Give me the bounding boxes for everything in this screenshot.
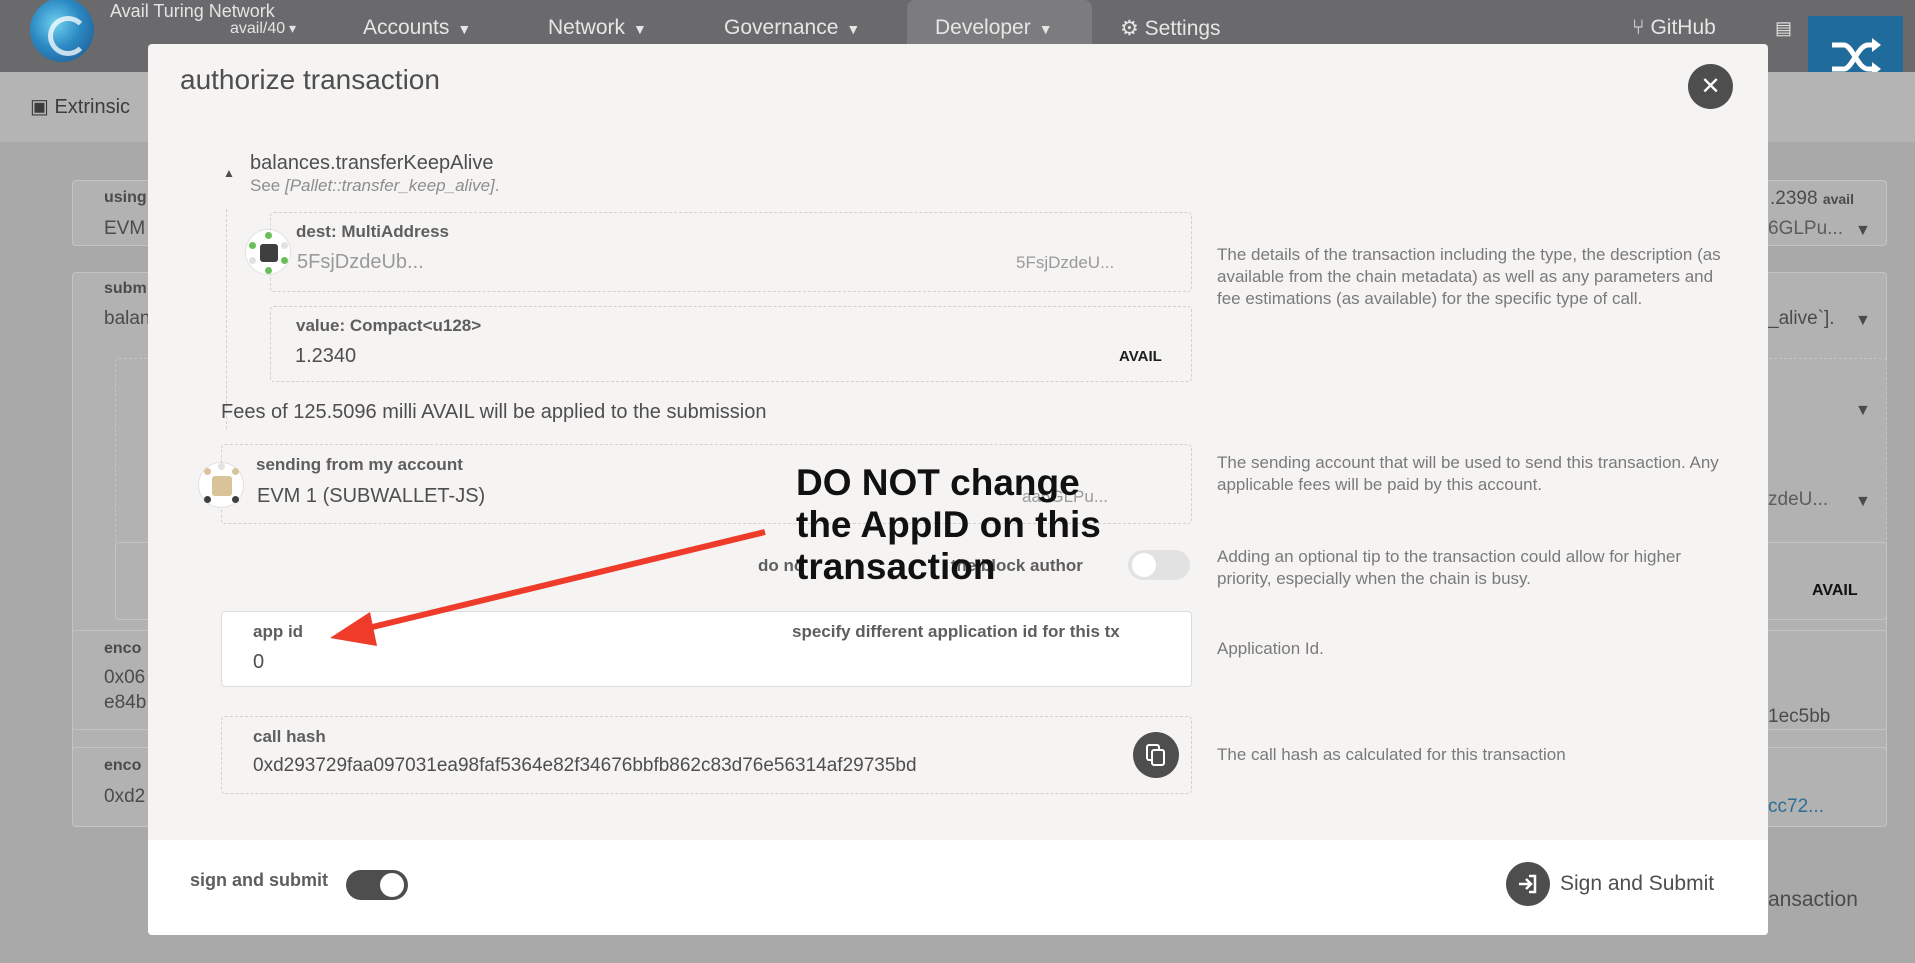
bg-balance: .2398 avail	[1770, 188, 1854, 210]
bg-submission-value: balan	[104, 308, 151, 329]
app-id-value: 0	[253, 651, 265, 673]
fees-text: Fees of 125.5096 milli AVAIL will be app…	[221, 401, 767, 423]
amount-value: 1.2340	[295, 345, 357, 367]
call-doc-prefix: See	[250, 176, 285, 195]
close-button[interactable]: ✕	[1688, 64, 1733, 109]
modal-footer: sign and submit Sign and Submit	[148, 840, 1768, 935]
annotation-warning-text: DO NOT change the AppID on this transact…	[796, 462, 1101, 587]
nav-settings-label: Settings	[1144, 17, 1221, 40]
avail-logo-icon[interactable]	[30, 0, 94, 62]
nav-governance[interactable]: Governance ▼	[724, 16, 860, 40]
amount-field[interactable]: value: Compact<u128> 1.2340 AVAIL	[270, 306, 1192, 382]
chevron-down-icon: ▼	[633, 21, 647, 37]
git-branch-icon: ⑂	[1632, 16, 1651, 39]
chevron-down-icon[interactable]: ▼	[1855, 222, 1871, 240]
chevron-down-icon[interactable]: ▼	[1855, 493, 1871, 511]
chevron-down-icon: ▼	[457, 21, 472, 37]
sign-and-submit-button[interactable]: Sign and Submit	[1506, 862, 1714, 906]
sign-and-submit-label: Sign and Submit	[1560, 872, 1715, 895]
gear-icon: ⚙	[1120, 17, 1145, 40]
bg-submission-label: subm	[104, 280, 147, 297]
bg-encoded-link-2[interactable]: cc72...	[1768, 796, 1824, 818]
bg-dest-address: zdeU...	[1768, 489, 1829, 510]
call-hash-field: call hash 0xd293729faa097031ea98faf5364e…	[221, 716, 1192, 794]
copy-icon	[1146, 744, 1165, 766]
bg-doc-ref: _alive`].	[1768, 308, 1835, 329]
nav-developer-label: Developer	[935, 16, 1031, 39]
amount-unit: AVAIL	[1119, 348, 1162, 365]
chevron-down-icon[interactable]: ▼	[1855, 312, 1871, 330]
nav-github-label: GitHub	[1650, 16, 1716, 39]
wiki-icon[interactable]: ▤	[1775, 18, 1792, 39]
bg-encoded-label-2: enco	[104, 757, 142, 774]
app-id-hint: specify different application id for thi…	[792, 622, 1120, 641]
bg-encoded-right-1: 1ec5bb	[1768, 706, 1831, 727]
bg-balance-unit: avail	[1822, 191, 1854, 207]
bg-submit-transaction[interactable]: ansaction	[1768, 888, 1858, 912]
nav-accounts[interactable]: Accounts ▼	[363, 16, 471, 40]
call-doc: See [Pallet::transfer_keep_alive].	[250, 176, 500, 196]
nav-developer[interactable]: Developer ▼	[935, 16, 1053, 40]
tip-help-text: Adding an optional tip to the transactio…	[1217, 547, 1682, 588]
sender-value: EVM 1 (SUBWALLET-JS)	[257, 485, 486, 507]
call-doc-suffix: .	[494, 176, 500, 195]
dest-address-short: 5FsjDzdeU...	[1016, 253, 1115, 272]
chevron-down-icon[interactable]: ▼	[1855, 402, 1871, 420]
nav-network[interactable]: Network ▼	[548, 16, 647, 40]
chevron-down-icon: ▼	[846, 21, 861, 37]
bg-using-label: using	[104, 189, 147, 206]
tab-extrinsics[interactable]: ▣ Extrinsic	[30, 94, 130, 119]
amount-label: value: Compact<u128>	[296, 316, 482, 335]
app-id-field[interactable]: app id specify different application id …	[221, 611, 1192, 687]
call-help-text: The details of the transaction including…	[1217, 245, 1721, 308]
params-indent-line	[226, 209, 227, 429]
chevron-down-icon: ▼	[1038, 21, 1053, 37]
sign-and-submit-toggle-knob	[380, 873, 404, 897]
call-hash-value: 0xd293729faa097031ea98faf5364e82f34676bb…	[253, 755, 917, 776]
sender-help-text: The sending account that will be used to…	[1217, 453, 1719, 494]
nav-network-label: Network	[548, 16, 626, 39]
bg-using-value: EVM	[104, 218, 146, 239]
dest-field[interactable]: dest: MultiAddress 5FsjDzdeUb... 5FsjDzd…	[270, 212, 1192, 292]
call-doc-ref: [Pallet::transfer_keep_alive]	[284, 176, 495, 195]
bg-encoded-value-2: 0xd2	[104, 786, 146, 807]
chain-version-selector[interactable]: avail/40	[230, 20, 296, 38]
sign-in-icon	[1506, 862, 1550, 906]
collapse-triangle-icon[interactable]: ▲	[223, 166, 235, 180]
sender-label: sending from my account	[256, 455, 463, 474]
nav-governance-label: Governance	[724, 16, 839, 39]
call-method-name: balances.transferKeepAlive	[250, 152, 494, 174]
bg-avail-unit: AVAIL	[1812, 582, 1858, 599]
app-id-label: app id	[253, 622, 304, 641]
bg-encoded-value-1b: e84b	[104, 692, 147, 713]
nav-github[interactable]: ⑂ GitHub	[1632, 16, 1716, 40]
bg-encoded-value-1a: 0x06	[104, 667, 146, 688]
sign-and-submit-toggle-label: sign and submit	[190, 870, 329, 890]
close-icon: ✕	[1700, 73, 1721, 100]
dest-identicon	[245, 229, 291, 275]
copy-call-hash-button[interactable]	[1133, 732, 1179, 778]
chain-name: Avail Turing Network	[110, 1, 275, 21]
app-id-help-text: Application Id.	[1217, 639, 1324, 658]
nav-accounts-label: Accounts	[363, 16, 450, 39]
call-hash-help-text: The call hash as calculated for this tra…	[1217, 745, 1566, 764]
dest-label: dest: MultiAddress	[296, 222, 450, 241]
sign-and-submit-toggle[interactable]	[346, 870, 408, 900]
call-hash-label: call hash	[253, 727, 326, 746]
modal-title: authorize transaction	[180, 64, 440, 95]
bg-encoded-label-1: enco	[104, 640, 142, 657]
tip-toggle-knob	[1132, 553, 1156, 577]
bg-address: 6GLPu...	[1768, 218, 1843, 239]
sender-identicon	[198, 462, 244, 508]
extrinsic-icon: ▣	[30, 96, 55, 118]
dest-value: 5FsjDzdeUb...	[297, 251, 424, 273]
tip-toggle[interactable]	[1128, 550, 1190, 580]
bg-balance-value: .2398	[1770, 188, 1818, 209]
tab-extrinsics-label: Extrinsic	[54, 96, 131, 118]
nav-settings[interactable]: ⚙ Settings	[1120, 16, 1221, 41]
